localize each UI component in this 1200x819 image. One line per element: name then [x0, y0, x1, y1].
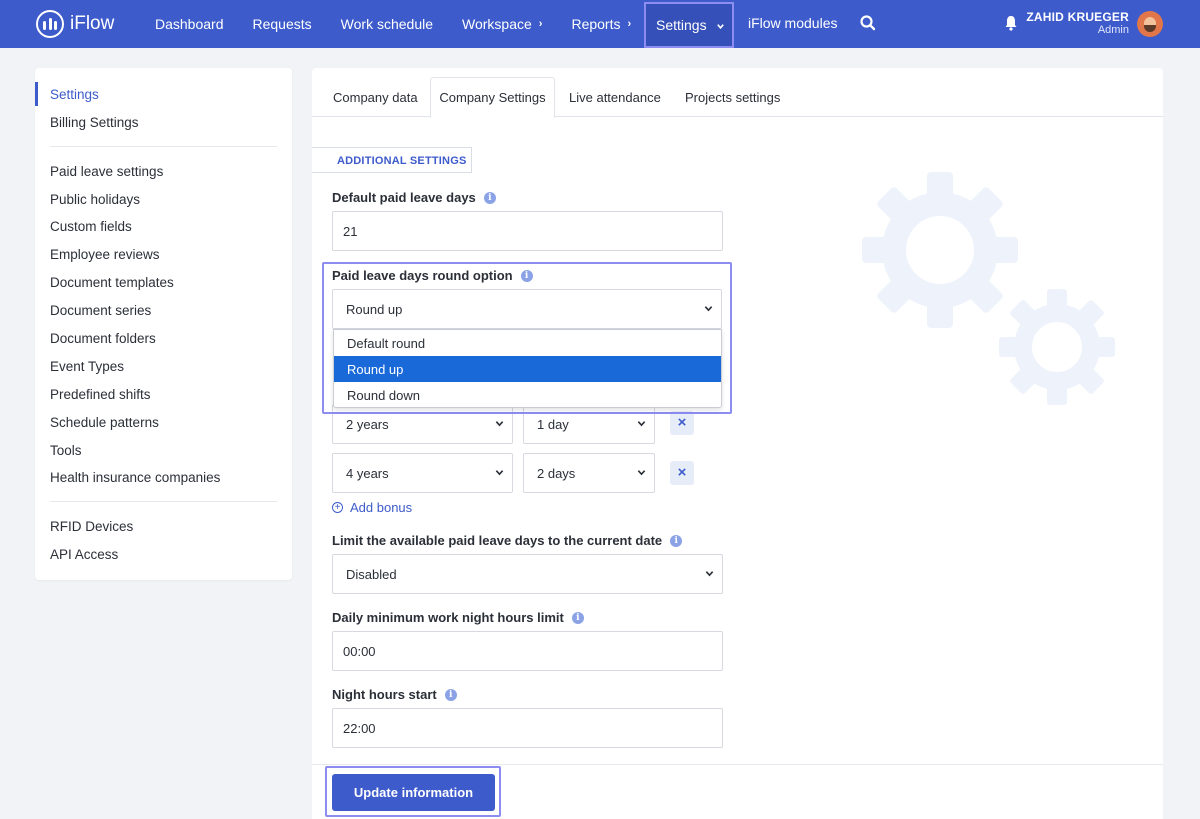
sidebar-item-document-templates[interactable]: Document templates — [50, 275, 174, 290]
option-round-up[interactable]: Round up — [334, 356, 721, 382]
tab-projects-settings[interactable]: Projects settings — [685, 90, 780, 105]
info-icon[interactable]: i — [670, 534, 683, 547]
tab-company-data[interactable]: Company data — [333, 90, 418, 105]
sidebar-divider — [50, 146, 277, 147]
sidebar-item-event-types[interactable]: Event Types — [50, 359, 124, 374]
chevron-right-icon: › — [538, 18, 543, 30]
limit-to-date-select[interactable]: Disabled — [332, 554, 723, 594]
option-default-round[interactable]: Default round — [334, 330, 721, 356]
round-option-dropdown-list: Default round Round up Round down — [333, 329, 722, 408]
form-footer-divider — [312, 764, 1163, 765]
sidebar-item-document-series[interactable]: Document series — [50, 303, 151, 318]
chevron-down-icon — [716, 24, 724, 30]
remove-bonus-button[interactable]: × — [670, 461, 694, 485]
update-information-button[interactable]: Update information — [332, 774, 495, 811]
subtab-additional-settings[interactable]: ADDITIONAL SETTINGS — [312, 147, 472, 173]
option-round-down[interactable]: Round down — [334, 382, 721, 408]
default-paid-leave-label: Default paid leave days i — [332, 190, 496, 205]
nav-requests[interactable]: Requests — [253, 16, 312, 32]
sidebar-item-paid-leave-settings[interactable]: Paid leave settings — [50, 164, 163, 179]
add-bonus-link[interactable]: + Add bonus — [332, 500, 412, 515]
tab-company-settings[interactable]: Company Settings — [430, 77, 555, 118]
logo-icon — [36, 10, 64, 38]
gears-illustration — [862, 172, 1115, 405]
sidebar-item-predefined-shifts[interactable]: Predefined shifts — [50, 387, 151, 402]
sidebar-item-public-holidays[interactable]: Public holidays — [50, 192, 140, 207]
top-navigation-bar: iFlow Dashboard Requests Work schedule W… — [0, 0, 1200, 48]
bell-icon[interactable] — [1003, 14, 1019, 32]
sidebar-item-api-access[interactable]: API Access — [50, 547, 118, 562]
sidebar-item-health-insurance-companies[interactable]: Health insurance companies — [50, 470, 220, 485]
nav-settings[interactable]: Settings — [644, 2, 734, 48]
settings-tabs: Company data Company Settings Live atten… — [312, 68, 1163, 118]
sidebar-item-employee-reviews[interactable]: Employee reviews — [50, 247, 160, 262]
bonus-days-select[interactable]: 2 days — [523, 453, 655, 493]
info-icon[interactable]: i — [483, 191, 496, 204]
sidebar-item-schedule-patterns[interactable]: Schedule patterns — [50, 415, 159, 430]
nav-workspace[interactable]: Workspace › — [462, 16, 542, 32]
chevron-down-icon — [495, 470, 504, 476]
nav-iflow-modules[interactable]: iFlow modules — [748, 15, 837, 31]
remove-bonus-button[interactable]: × — [670, 411, 694, 435]
nav-reports[interactable]: Reports › — [571, 16, 631, 32]
user-name[interactable]: ZAHID KRUEGER — [1026, 10, 1129, 24]
nav-work-schedule[interactable]: Work schedule — [341, 16, 433, 32]
app-name: iFlow — [70, 13, 115, 34]
settings-sidebar: Settings Billing Settings Paid leave set… — [35, 68, 292, 580]
settings-panel: Company data Company Settings Live atten… — [312, 68, 1163, 819]
sidebar-divider — [50, 501, 277, 502]
sidebar-item-rfid-devices[interactable]: RFID Devices — [50, 519, 133, 534]
sidebar-item-tools[interactable]: Tools — [50, 443, 82, 458]
chevron-down-icon — [705, 571, 714, 577]
night-hours-start-label: Night hours start i — [332, 687, 457, 702]
bonus-years-select[interactable]: 4 years — [332, 453, 513, 493]
sidebar-item-settings[interactable]: Settings — [50, 87, 99, 102]
night-hours-limit-label: Daily minimum work night hours limit i — [332, 610, 584, 625]
chevron-down-icon — [637, 421, 646, 427]
sidebar-item-custom-fields[interactable]: Custom fields — [50, 219, 132, 234]
info-icon[interactable]: i — [571, 611, 584, 624]
app-logo[interactable]: iFlow — [36, 10, 114, 38]
default-paid-leave-input[interactable]: 21 — [332, 211, 723, 251]
add-icon: + — [332, 502, 343, 513]
sidebar-item-billing-settings[interactable]: Billing Settings — [50, 115, 139, 130]
main-nav: Dashboard Requests Work schedule Workspa… — [155, 0, 660, 48]
active-indicator — [35, 82, 38, 106]
sidebar-item-document-folders[interactable]: Document folders — [50, 331, 156, 346]
nav-dashboard[interactable]: Dashboard — [155, 16, 224, 32]
search-icon[interactable] — [859, 14, 877, 32]
night-hours-start-input[interactable]: 22:00 — [332, 708, 723, 748]
limit-to-date-label: Limit the available paid leave days to t… — [332, 533, 683, 548]
chevron-down-icon — [495, 421, 504, 427]
chevron-right-icon: › — [627, 18, 632, 30]
avatar[interactable] — [1137, 11, 1163, 37]
tab-live-attendance[interactable]: Live attendance — [569, 90, 661, 105]
chevron-down-icon — [637, 470, 646, 476]
night-hours-limit-input[interactable]: 00:00 — [332, 631, 723, 671]
user-role: Admin — [1097, 24, 1129, 36]
info-icon[interactable]: i — [444, 688, 457, 701]
